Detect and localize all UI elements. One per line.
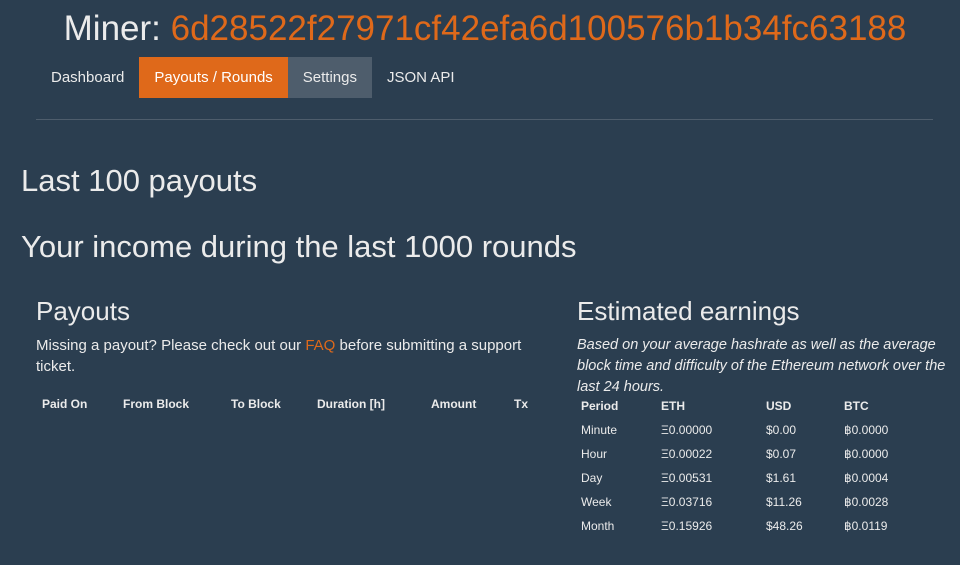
page-title: Miner: 6d28522f27971cf42efa6d100576b1b34… — [0, 8, 960, 50]
table-row: Week Ξ0.03716 $11.26 ฿0.0028 — [577, 495, 917, 519]
header-divider — [36, 119, 933, 120]
payouts-note: Missing a payout? Please check out our F… — [36, 335, 526, 377]
estimated-note: Based on your average hashrate as well a… — [577, 337, 946, 395]
table-row: Minute Ξ0.00000 $0.00 ฿0.0000 — [577, 423, 917, 447]
tab-payouts-rounds[interactable]: Payouts / Rounds — [139, 57, 288, 98]
payouts-heading: Payouts — [36, 296, 130, 326]
usd-cell: $0.00 — [766, 423, 797, 437]
table-row: Month Ξ0.15926 $48.26 ฿0.0119 — [577, 519, 917, 543]
period-cell: Month — [581, 519, 615, 533]
miner-label: Miner: — [63, 9, 161, 48]
eth-cell: Ξ0.15926 — [661, 519, 713, 533]
estimated-table-header: Period ETH USD BTC — [577, 399, 917, 423]
col-to-block: To Block — [231, 397, 281, 411]
table-row: Hour Ξ0.00022 $0.07 ฿0.0000 — [577, 447, 917, 471]
eth-cell: Ξ0.00000 — [661, 423, 713, 437]
income-heading: Your income during the last 1000 rounds — [21, 229, 577, 264]
usd-cell: $48.26 — [766, 519, 803, 533]
period-cell: Day — [581, 471, 603, 485]
usd-cell: $11.26 — [766, 495, 802, 509]
payouts-note-text: Missing a payout? Please check out our — [36, 337, 306, 354]
btc-cell: ฿0.0028 — [844, 495, 889, 509]
table-row: Day Ξ0.00531 $1.61 ฿0.0004 — [577, 471, 917, 495]
usd-cell: $1.61 — [766, 471, 797, 485]
estimated-earnings-heading: Estimated earnings — [577, 296, 800, 326]
period-cell: Week — [581, 495, 612, 509]
col-btc: BTC — [844, 399, 869, 413]
nav-tabs: Dashboard Payouts / Rounds Settings JSON… — [36, 57, 470, 98]
estimated-table: Period ETH USD BTC Minute Ξ0.00000 $0.00… — [577, 399, 917, 543]
period-cell: Hour — [581, 447, 608, 461]
tab-json-api[interactable]: JSON API — [372, 57, 470, 98]
period-cell: Minute — [581, 423, 618, 437]
col-amount: Amount — [431, 397, 477, 411]
eth-cell: Ξ0.00022 — [661, 447, 713, 461]
usd-cell: $0.07 — [766, 447, 797, 461]
col-tx: Tx — [514, 397, 529, 411]
col-period: Period — [581, 399, 619, 413]
col-from-block: From Block — [123, 397, 190, 411]
col-paid-on: Paid On — [42, 397, 88, 411]
payouts-table-header: Paid On From Block To Block Duration [h]… — [36, 397, 536, 413]
tab-settings[interactable]: Settings — [287, 57, 372, 98]
btc-cell: ฿0.0000 — [844, 423, 889, 437]
faq-link[interactable]: FAQ — [305, 337, 335, 354]
miner-address: 6d28522f27971cf42efa6d100576b1b34fc63188 — [170, 9, 907, 48]
tab-dashboard[interactable]: Dashboard — [36, 57, 139, 98]
eth-cell: Ξ0.03716 — [661, 495, 713, 509]
eth-cell: Ξ0.00531 — [661, 471, 713, 485]
col-usd: USD — [766, 399, 792, 413]
btc-cell: ฿0.0004 — [844, 471, 889, 485]
btc-cell: ฿0.0119 — [844, 519, 888, 533]
col-eth: ETH — [661, 399, 685, 413]
btc-cell: ฿0.0000 — [844, 447, 889, 461]
last-payouts-heading: Last 100 payouts — [21, 163, 258, 198]
col-duration: Duration [h] — [317, 397, 385, 411]
